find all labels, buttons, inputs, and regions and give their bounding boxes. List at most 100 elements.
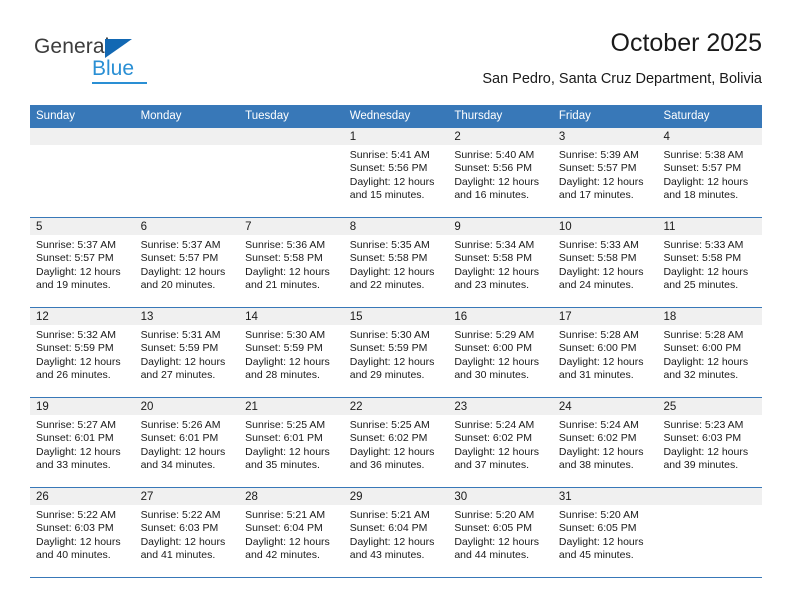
calendar-day-cell[interactable]: 1 Sunrise: 5:41 AM Sunset: 5:56 PM Daylight… — [343, 128, 449, 217]
weekday-header-saturday: Saturday — [663, 110, 710, 122]
weekday-header-row: Sunday Monday Tuesday Wednesday Thursday Frid… — [30, 105, 762, 128]
day-daylight-line: Daylight: 12 hours — [36, 535, 121, 548]
day-sunrise-line: Sunrise: 5:21 AM — [349, 509, 430, 521]
day-number — [657, 488, 763, 505]
day-daylight-line: Daylight: 12 hours — [558, 535, 644, 548]
day-sunset-line: Sunset: 5:59 PM — [36, 342, 114, 355]
day-daylight-line: and 21 minutes. — [245, 279, 320, 292]
day-sunset-line: Sunset: 6:00 PM — [558, 342, 637, 355]
logo-underline — [92, 82, 147, 84]
day-daylight-line: Daylight: 12 hours — [454, 535, 539, 548]
day-details: Sunrise: 5:28 AM Sunset: 6:00 PM Daylight:… — [553, 325, 658, 383]
day-number: 14 — [239, 308, 344, 325]
day-details: Sunrise: 5:21 AM Sunset: 6:04 PM Daylight:… — [344, 505, 449, 563]
day-number: 23 — [448, 398, 553, 415]
general-blue-logo[interactable]: General Blue — [34, 36, 174, 88]
day-sunrise-line: Sunrise: 5:22 AM — [36, 509, 116, 521]
day-details: Sunrise: 5:23 AM Sunset: 6:03 PM Daylight:… — [657, 415, 762, 473]
day-sunset-line: Sunset: 5:58 PM — [349, 252, 428, 265]
calendar-day-cell[interactable]: 7 Sunrise: 5:36 AM Sunset: 5:58 PM Daylight… — [239, 218, 344, 307]
day-sunset-line: Sunset: 6:02 PM — [454, 432, 532, 445]
day-details: Sunrise: 5:34 AM Sunset: 5:58 PM Daylight:… — [448, 235, 553, 293]
day-number: 3 — [552, 128, 658, 145]
calendar-day-cell[interactable]: 17 Sunrise: 5:28 AM Sunset: 6:00 PM Dayligh… — [552, 308, 658, 397]
calendar-day-cell[interactable]: 21 Sunrise: 5:25 AM Sunset: 6:01 PM Dayligh… — [239, 398, 344, 487]
calendar-day-cell[interactable]: 15 Sunrise: 5:30 AM Sunset: 5:59 PM Dayligh… — [343, 308, 449, 397]
day-daylight-line: and 22 minutes. — [349, 279, 425, 292]
day-daylight-line: Daylight: 12 hours — [558, 355, 644, 368]
calendar-day-cell[interactable]: 8 Sunrise: 5:35 AM Sunset: 5:58 PM Daylight… — [343, 218, 449, 307]
day-details: Sunrise: 5:38 AM Sunset: 5:57 PM Daylight:… — [657, 145, 762, 203]
calendar-day-cell[interactable]: 11 Sunrise: 5:33 AM Sunset: 5:58 PM Dayligh… — [657, 218, 763, 307]
calendar-day-cell[interactable]: 23 Sunrise: 5:24 AM Sunset: 6:02 PM Dayligh… — [448, 398, 553, 487]
calendar-day-cell[interactable]: 10 Sunrise: 5:33 AM Sunset: 5:58 PM Dayligh… — [552, 218, 658, 307]
day-daylight-line: and 23 minutes. — [454, 279, 530, 292]
calendar-day-cell[interactable]: 27 Sunrise: 5:22 AM Sunset: 6:03 PM Dayligh… — [134, 488, 240, 577]
calendar-day-cell[interactable]: 20 Sunrise: 5:26 AM Sunset: 6:01 PM Dayligh… — [134, 398, 240, 487]
calendar-day-cell[interactable]: 18 Sunrise: 5:28 AM Sunset: 6:00 PM Dayligh… — [657, 308, 763, 397]
day-daylight-line: Daylight: 12 hours — [349, 445, 435, 458]
calendar-day-cell[interactable]: 4 Sunrise: 5:38 AM Sunset: 5:57 PM Daylight… — [657, 128, 763, 217]
day-sunrise-line: Sunrise: 5:33 AM — [663, 239, 744, 251]
calendar-day-cell[interactable]: 2 Sunrise: 5:40 AM Sunset: 5:56 PM Daylight… — [448, 128, 553, 217]
day-number: 16 — [448, 308, 553, 325]
day-number — [134, 128, 240, 145]
calendar-day-cell[interactable]: 24 Sunrise: 5:24 AM Sunset: 6:02 PM Dayligh… — [552, 398, 658, 487]
day-sunset-line: Sunset: 5:59 PM — [349, 342, 428, 355]
day-details: Sunrise: 5:36 AM Sunset: 5:58 PM Daylight:… — [239, 235, 344, 293]
day-sunset-line: Sunset: 6:04 PM — [349, 522, 428, 535]
calendar-day-cell[interactable]: 9 Sunrise: 5:34 AM Sunset: 5:58 PM Daylight… — [448, 218, 553, 307]
day-details: Sunrise: 5:32 AM Sunset: 5:59 PM Daylight:… — [30, 325, 135, 383]
day-daylight-line: Daylight: 12 hours — [140, 445, 226, 458]
calendar-day-cell-empty — [239, 128, 344, 217]
day-sunrise-line: Sunrise: 5:36 AM — [245, 239, 326, 251]
day-daylight-line: Daylight: 12 hours — [454, 175, 539, 188]
day-number: 5 — [30, 218, 135, 235]
calendar-day-cell[interactable]: 25 Sunrise: 5:23 AM Sunset: 6:03 PM Dayligh… — [657, 398, 763, 487]
day-number: 13 — [134, 308, 240, 325]
calendar-day-cell[interactable]: 3 Sunrise: 5:39 AM Sunset: 5:57 PM Daylight… — [552, 128, 658, 217]
calendar-day-cell-empty — [134, 128, 240, 217]
calendar-day-cell[interactable]: 29 Sunrise: 5:21 AM Sunset: 6:04 PM Dayligh… — [343, 488, 449, 577]
calendar-day-cell[interactable]: 16 Sunrise: 5:29 AM Sunset: 6:00 PM Dayligh… — [448, 308, 553, 397]
day-sunset-line: Sunset: 6:05 PM — [558, 522, 637, 535]
day-daylight-line: Daylight: 12 hours — [140, 265, 226, 278]
logo-word-blue: Blue — [92, 57, 135, 80]
day-sunrise-line: Sunrise: 5:22 AM — [140, 509, 221, 521]
calendar-day-cell[interactable]: 5 Sunrise: 5:37 AM Sunset: 5:57 PM Daylight… — [30, 218, 135, 307]
calendar-week-row: 19 Sunrise: 5:27 AM Sunset: 6:01 PM Dayligh… — [30, 398, 763, 488]
day-daylight-line: Daylight: 12 hours — [454, 355, 539, 368]
day-number: 24 — [552, 398, 658, 415]
calendar-day-cell[interactable]: 13 Sunrise: 5:31 AM Sunset: 5:59 PM Dayligh… — [134, 308, 240, 397]
day-daylight-line: Daylight: 12 hours — [558, 175, 644, 188]
calendar-day-cell[interactable]: 26 Sunrise: 5:22 AM Sunset: 6:03 PM Dayligh… — [30, 488, 135, 577]
day-daylight-line: and 24 minutes. — [558, 279, 634, 292]
day-daylight-line: and 40 minutes. — [36, 549, 111, 562]
day-sunrise-line: Sunrise: 5:27 AM — [36, 419, 116, 431]
calendar-day-cell[interactable]: 22 Sunrise: 5:25 AM Sunset: 6:02 PM Dayligh… — [343, 398, 449, 487]
day-daylight-line: and 20 minutes. — [140, 279, 216, 292]
calendar-day-cell[interactable]: 31 Sunrise: 5:20 AM Sunset: 6:05 PM Dayligh… — [552, 488, 658, 577]
calendar-day-cell[interactable]: 14 Sunrise: 5:30 AM Sunset: 5:59 PM Dayligh… — [239, 308, 344, 397]
day-sunrise-line: Sunrise: 5:24 AM — [454, 419, 535, 431]
calendar-day-cell[interactable]: 30 Sunrise: 5:20 AM Sunset: 6:05 PM Dayligh… — [448, 488, 553, 577]
day-sunrise-line: Sunrise: 5:37 AM — [140, 239, 221, 251]
day-details: Sunrise: 5:24 AM Sunset: 6:02 PM Daylight:… — [553, 415, 658, 473]
day-daylight-line: and 36 minutes. — [349, 459, 425, 472]
day-details: Sunrise: 5:29 AM Sunset: 6:00 PM Daylight:… — [448, 325, 553, 383]
day-daylight-line: and 32 minutes. — [663, 369, 739, 382]
calendar-day-cell[interactable]: 12 Sunrise: 5:32 AM Sunset: 5:59 PM Dayligh… — [30, 308, 135, 397]
day-number: 20 — [134, 398, 240, 415]
calendar-day-cell[interactable]: 28 Sunrise: 5:21 AM Sunset: 6:04 PM Dayligh… — [239, 488, 344, 577]
day-details: Sunrise: 5:33 AM Sunset: 5:58 PM Daylight:… — [553, 235, 658, 293]
day-number: 1 — [343, 128, 449, 145]
calendar-day-cell[interactable]: 6 Sunrise: 5:37 AM Sunset: 5:57 PM Daylight… — [134, 218, 240, 307]
day-daylight-line: Daylight: 12 hours — [245, 535, 330, 548]
day-number: 4 — [657, 128, 763, 145]
day-details: Sunrise: 5:25 AM Sunset: 6:02 PM Daylight:… — [344, 415, 449, 473]
day-daylight-line: Daylight: 12 hours — [245, 445, 330, 458]
weekday-header-tuesday: Tuesday — [245, 110, 289, 122]
day-sunrise-line: Sunrise: 5:38 AM — [663, 149, 744, 161]
day-number: 18 — [657, 308, 763, 325]
calendar-day-cell[interactable]: 19 Sunrise: 5:27 AM Sunset: 6:01 PM Dayligh… — [30, 398, 135, 487]
